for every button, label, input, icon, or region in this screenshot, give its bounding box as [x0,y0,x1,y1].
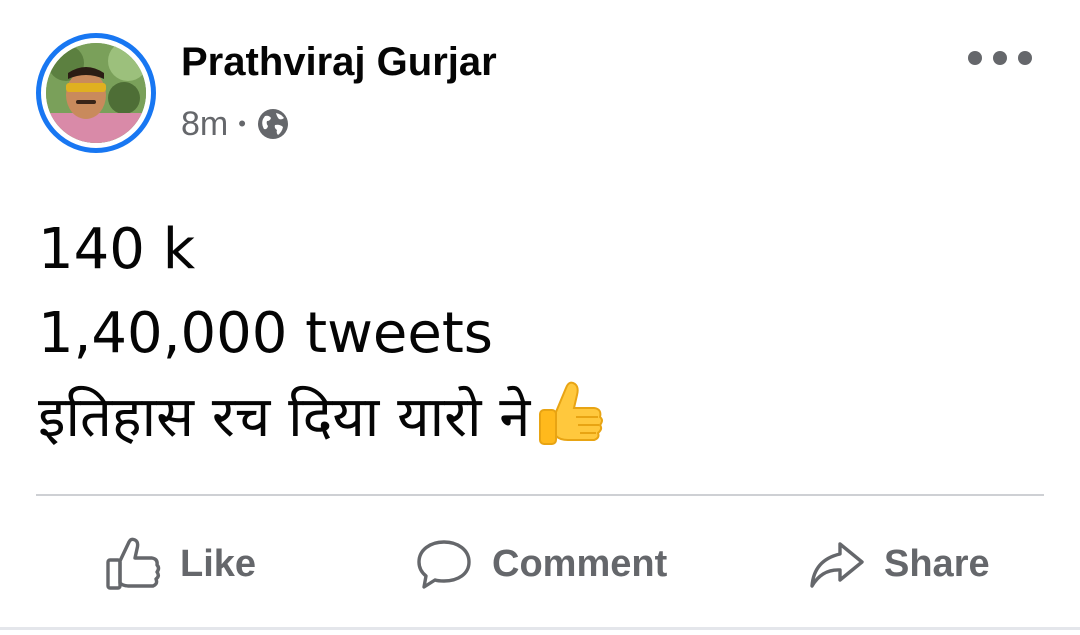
facebook-post: Prathviraj Gurjar 8m • 140 k 1,40,000 tw… [0,0,1080,635]
post-bottom-border [0,627,1080,630]
comment-bubble-icon [414,534,474,594]
thumbs-up-emoji [536,378,606,452]
post-text: 140 k 1,40,000 tweets इतिहास रच दिया यार… [38,208,606,460]
like-label: Like [180,542,257,585]
comment-button[interactable]: Comment [414,528,667,600]
more-options-icon[interactable] [968,40,1032,76]
more-dot [968,51,982,65]
more-dot [1018,51,1032,65]
post-text-hindi: इतिहास रच दिया यारो ने [38,385,531,450]
globe-icon [256,107,290,141]
post-time[interactable]: 8m [181,105,228,144]
share-label: Share [884,542,990,585]
post-text-line-hindi: इतिहास रच दिया यारो ने [38,376,606,460]
avatar[interactable] [36,33,156,153]
comment-label: Comment [492,542,668,585]
share-button[interactable]: Share [806,528,990,600]
divider [36,494,1044,496]
share-arrow-icon [806,534,866,594]
post-meta: 8m • [181,102,290,146]
thumbs-up-icon [102,534,162,594]
profile-photo [46,43,146,143]
post-text-line: 1,40,000 tweets [38,301,493,366]
like-button[interactable]: Like [102,528,256,600]
post-text-line: 140 k [38,217,196,282]
more-dot [993,51,1007,65]
profile-photo-art [46,43,146,143]
meta-separator: • [238,111,246,136]
author-name[interactable]: Prathviraj Gurjar [181,36,497,88]
